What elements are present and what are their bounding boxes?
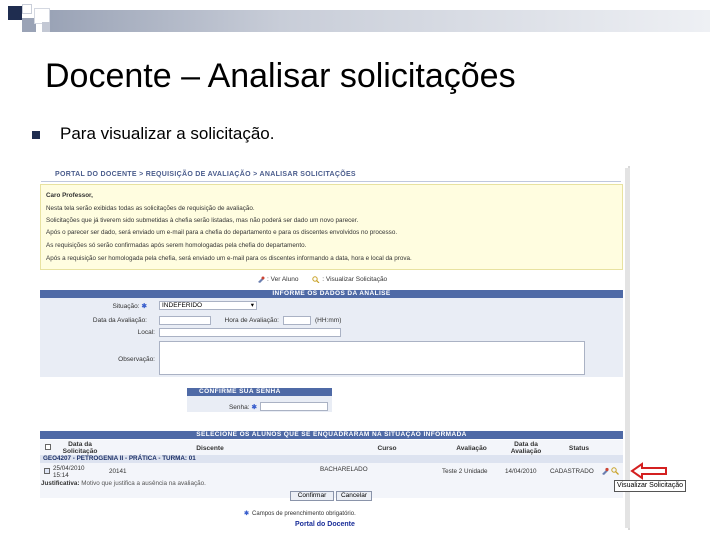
hora-avaliacao-input[interactable]: [283, 316, 311, 325]
magnifier-view-button[interactable]: [611, 467, 619, 477]
cell-status: CADASTRADO: [550, 468, 594, 475]
legend-visualizar: : Visualizar Solicitação: [312, 276, 393, 284]
cell-data-solicitacao: 25/04/2010 15:14: [53, 465, 85, 479]
decor-square: [22, 4, 32, 14]
magnifier-icon: [312, 276, 320, 284]
confirmar-button[interactable]: Confirmar: [290, 491, 334, 501]
notice-line: As requisições só serão confirmadas após…: [46, 242, 307, 249]
justificativa-row: Justificativa: Motivo que justifica a au…: [41, 480, 206, 487]
legend-ver-aluno: : Ver Aluno: [257, 276, 304, 283]
notice-line: Caro Professor,: [46, 192, 93, 199]
situacao-select[interactable]: INDEFERIDO ▾: [159, 301, 257, 310]
portal-docente-link[interactable]: Portal do Docente: [295, 521, 355, 528]
situacao-label: Situação: ✱: [112, 303, 147, 310]
select-all-checkbox[interactable]: [45, 444, 51, 450]
decor-square: [8, 6, 22, 20]
notice-line: Solicitações que já tiverem sido submeti…: [46, 217, 359, 224]
hora-format-hint: (HH:mm): [315, 317, 342, 324]
cell-curso: BACHARELADO: [320, 466, 368, 473]
embedded-screenshot: Portal do Docente > Requisição de Avalia…: [37, 166, 630, 530]
data-avaliacao-label: Data da Avaliação:: [92, 317, 147, 324]
section-header-alunos: Selecione os Alunos que se Enquadraram n…: [40, 431, 623, 439]
chevron-down-icon: ▾: [250, 302, 254, 309]
column-header: Avaliação: [456, 445, 487, 452]
cell-discente: 20141: [109, 468, 127, 475]
notice-line: Nesta tela serão exibidas todas as solic…: [46, 205, 255, 212]
observacao-label: Observação:: [118, 356, 155, 363]
senha-label: Senha: ✱: [228, 404, 257, 411]
notice-line: Após a requisição ser homologada pela ch…: [46, 255, 412, 262]
breadcrumb: Portal do Docente > Requisição de Avalia…: [55, 171, 356, 178]
slide-header-bar: [50, 10, 710, 32]
cell-data-avaliacao: 14/04/2010: [505, 468, 537, 475]
data-avaliacao-input[interactable]: [159, 316, 211, 325]
notice-line: Após o parecer ser dado, será enviado um…: [46, 229, 398, 236]
column-header: Curso: [377, 445, 397, 452]
observacao-textarea[interactable]: [159, 341, 585, 375]
icon-legend: : Ver Aluno : Visualizar Solicitação: [257, 276, 399, 284]
callout-label: Visualizar Solicitação: [614, 480, 686, 492]
bullet-square-icon: [32, 131, 40, 139]
row-checkbox[interactable]: [44, 468, 50, 474]
slide-bullet: Para visualizar a solicitação.: [60, 124, 275, 143]
turma-group-header: GEO4207 - PETROGENIA II - PRÁTICA - Turm…: [40, 455, 623, 463]
section-header-analise: Informe os Dados da Análise: [40, 290, 623, 298]
section-header-senha: Confirme sua Senha: [187, 388, 332, 396]
slide-title: Docente – Analisar solicitações: [45, 57, 516, 95]
local-label: Local:: [137, 329, 155, 336]
column-header: Data da Solicitação: [62, 441, 98, 455]
hora-avaliacao-label: Hora de Avaliação:: [224, 317, 279, 324]
column-header: Status: [568, 445, 590, 452]
view-student-button[interactable]: [601, 467, 609, 477]
required-fields-note: ✱ Campos de preenchimento obrigatório.: [244, 511, 356, 517]
instructions-box: Caro Professor, Nesta tela serão exibida…: [40, 184, 623, 270]
cancelar-button[interactable]: Cancelar: [336, 491, 372, 501]
local-input[interactable]: [159, 328, 341, 337]
divider: [41, 181, 621, 182]
column-header: Data da Avaliação: [510, 441, 542, 455]
password-input[interactable]: [260, 402, 328, 411]
column-header: Discente: [196, 445, 224, 452]
view-student-icon: [257, 276, 265, 283]
red-arrow-icon: [630, 462, 667, 480]
cell-avaliacao: Teste 2 Unidade: [442, 468, 488, 475]
